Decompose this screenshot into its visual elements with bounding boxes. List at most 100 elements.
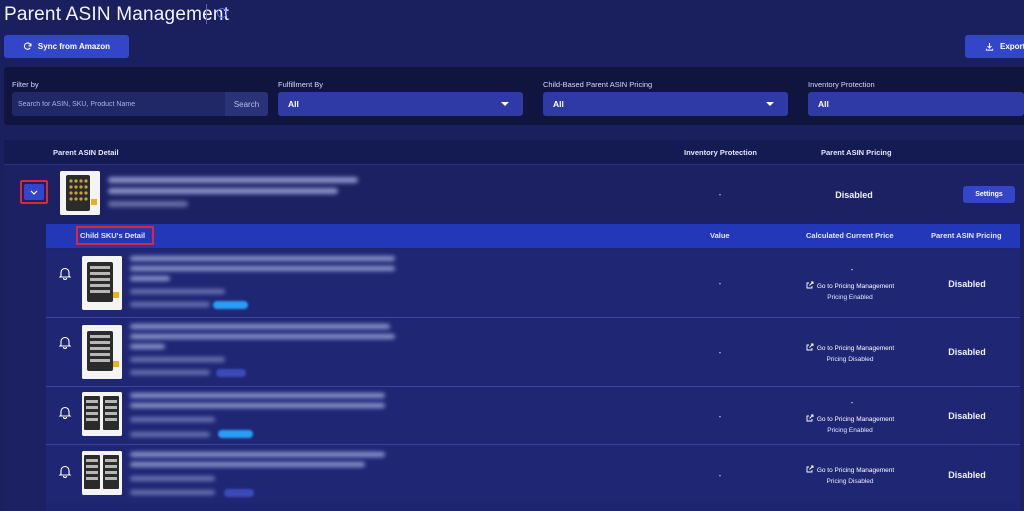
child-pricing-value: All xyxy=(553,99,564,109)
filter-by-label: Filter by xyxy=(12,80,39,89)
pricing-management-link-label: Go to Pricing Management xyxy=(816,416,895,423)
sku-redacted xyxy=(130,476,215,481)
page-title: Parent ASIN Management xyxy=(4,4,230,25)
external-link-icon xyxy=(806,281,814,289)
status-badge xyxy=(216,369,246,377)
asin-redacted xyxy=(130,370,210,375)
child-pricing-label: Child-Based Parent ASIN Pricing xyxy=(543,80,653,89)
pricing-status: Pricing Enabled xyxy=(827,294,873,301)
product-thumbnail xyxy=(82,392,122,436)
product-thumbnail xyxy=(82,325,122,379)
child-value: - xyxy=(718,348,722,357)
pricing-management-link-label: Go to Pricing Management xyxy=(816,283,895,290)
product-title-redacted xyxy=(130,324,390,329)
child-value: - xyxy=(718,412,722,421)
parent-pricing-status: Disabled xyxy=(835,190,873,200)
sku-redacted xyxy=(130,417,215,422)
info-icon[interactable] xyxy=(217,8,227,18)
product-image xyxy=(82,325,122,379)
caret-down-icon xyxy=(766,102,774,106)
fulfillment-value: All xyxy=(288,99,299,109)
inventory-value: All xyxy=(818,99,829,109)
product-title-redacted xyxy=(130,276,170,281)
product-thumbnail xyxy=(60,171,100,215)
child-value: - xyxy=(718,471,722,480)
child-pricing-select[interactable]: All xyxy=(543,92,788,116)
pricing-status: Pricing Disabled xyxy=(826,478,874,485)
status-badge xyxy=(213,301,248,309)
child-pricing-status: Disabled xyxy=(948,279,986,289)
fulfillment-label: Fulfillment By xyxy=(278,80,324,89)
header-calculated-price: Calculated Current Price xyxy=(806,231,894,240)
external-link-icon xyxy=(806,343,814,351)
child-price: - xyxy=(850,398,854,407)
product-image xyxy=(60,171,100,215)
pricing-status: Pricing Enabled xyxy=(827,427,873,434)
external-link-icon xyxy=(806,465,814,473)
child-pricing-status: Disabled xyxy=(948,347,986,357)
fulfillment-select[interactable]: All xyxy=(278,92,523,116)
pricing-management-link-label: Go to Pricing Management xyxy=(816,467,895,474)
product-title-redacted xyxy=(108,177,358,183)
product-title-redacted xyxy=(130,462,365,467)
product-image xyxy=(82,256,122,310)
status-badge xyxy=(224,489,254,497)
header-child-sku-detail: Child SKU's Detail xyxy=(80,231,146,240)
asin-redacted xyxy=(130,490,215,495)
inventory-select[interactable]: All xyxy=(808,92,1024,116)
product-thumbnail xyxy=(82,256,122,310)
title-divider xyxy=(206,4,207,24)
asin-redacted xyxy=(108,201,188,207)
product-title-redacted xyxy=(130,452,385,457)
bell-icon[interactable] xyxy=(58,266,72,280)
caret-down-icon xyxy=(501,102,509,106)
search-input[interactable] xyxy=(12,92,225,116)
sku-redacted xyxy=(130,289,225,294)
product-title-redacted xyxy=(130,334,395,339)
parent-inventory-value: - xyxy=(718,190,722,199)
export-button-label: Export xyxy=(1000,42,1024,51)
export-button[interactable]: Export xyxy=(965,35,1024,58)
header-child-parent-pricing: Parent ASIN Pricing xyxy=(931,231,1002,240)
product-title-redacted xyxy=(108,188,338,194)
child-value: - xyxy=(718,279,722,288)
header-parent-asin-detail: Parent ASIN Detail xyxy=(53,148,119,157)
header-value: Value xyxy=(710,231,730,240)
product-title-redacted xyxy=(130,403,385,408)
pricing-management-link[interactable]: Go to Pricing Management xyxy=(790,343,910,352)
bell-icon[interactable] xyxy=(58,335,72,349)
pricing-management-link[interactable]: Go to Pricing Management xyxy=(790,414,910,423)
sync-from-amazon-button[interactable]: Sync from Amazon xyxy=(4,35,129,58)
child-pricing-status: Disabled xyxy=(948,411,986,421)
product-image xyxy=(82,451,122,495)
sku-redacted xyxy=(130,357,225,362)
sync-icon xyxy=(23,42,32,50)
child-price: - xyxy=(850,265,854,274)
status-badge xyxy=(218,430,253,438)
external-link-icon xyxy=(806,414,814,422)
inventory-label: Inventory Protection xyxy=(808,80,875,89)
bell-icon[interactable] xyxy=(58,464,72,478)
sync-button-label: Sync from Amazon xyxy=(37,42,111,51)
product-image xyxy=(82,392,122,436)
bell-icon[interactable] xyxy=(58,405,72,419)
child-pricing-status: Disabled xyxy=(948,470,986,480)
product-title-redacted xyxy=(130,266,395,271)
pricing-management-link[interactable]: Go to Pricing Management xyxy=(790,281,910,290)
header-parent-asin-pricing: Parent ASIN Pricing xyxy=(821,148,892,157)
settings-button[interactable]: Settings xyxy=(963,186,1015,203)
pricing-status: Pricing Disabled xyxy=(826,356,874,363)
product-title-redacted xyxy=(130,344,165,349)
asin-redacted xyxy=(130,432,210,437)
search-button[interactable]: Search xyxy=(225,92,268,116)
download-icon xyxy=(985,42,994,51)
asin-redacted xyxy=(130,302,210,307)
pricing-management-link[interactable]: Go to Pricing Management xyxy=(790,465,910,474)
product-title-redacted xyxy=(130,256,395,261)
product-title-redacted xyxy=(130,393,385,398)
chevron-down-icon xyxy=(30,190,38,195)
product-thumbnail xyxy=(82,451,122,495)
expand-row-button[interactable] xyxy=(24,184,44,200)
pricing-management-link-label: Go to Pricing Management xyxy=(816,345,895,352)
header-inventory-protection: Inventory Protection xyxy=(684,148,757,157)
